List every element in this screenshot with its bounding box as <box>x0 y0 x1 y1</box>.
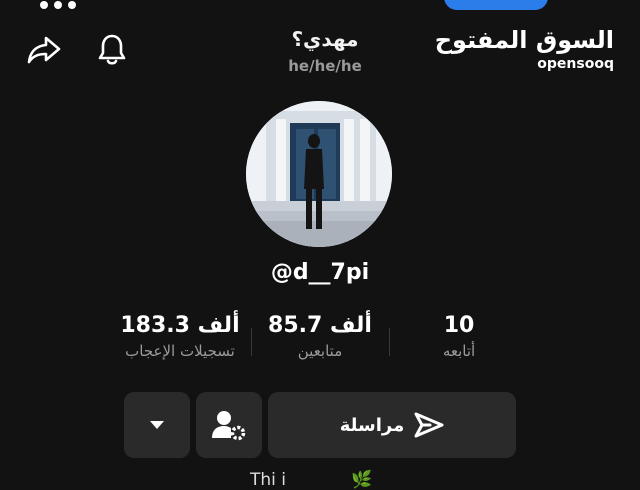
stat-likes: 183.3 ألف تسجيلات الإعجاب <box>105 313 255 360</box>
opensooq-watermark: السوق المفتوح opensooq <box>435 26 618 76</box>
bell-icon[interactable] <box>92 30 132 70</box>
stat-followers[interactable]: 85.7 ألف متابعين <box>245 313 395 360</box>
bio-text: Thi i 🌿 <box>250 470 450 490</box>
following-count: 10 <box>443 313 475 338</box>
following-label: أتابعه <box>442 342 476 360</box>
more-options-button[interactable] <box>124 392 190 458</box>
chevron-down-icon <box>150 421 164 429</box>
followers-label: متابعين <box>297 342 343 360</box>
followers-count: 85.7 ألف <box>268 313 372 338</box>
likes-count: 183.3 ألف <box>120 313 240 338</box>
avatar[interactable] <box>246 101 392 247</box>
bio-text-content: Thi i <box>250 470 287 490</box>
status-bar-fragment <box>40 0 130 9</box>
top-action-pill[interactable] <box>444 0 548 10</box>
logo-arabic-text: السوق المفتوح <box>434 26 614 54</box>
likes-label: تسجيلات الإعجاب <box>125 342 235 360</box>
send-icon <box>414 412 444 438</box>
leaf-icon: 🌿 <box>351 470 373 490</box>
share-icon[interactable] <box>24 30 64 70</box>
username: @d__7pi <box>270 260 370 285</box>
profile-pronouns: he/he/he <box>288 57 362 75</box>
message-button[interactable]: مراسلة <box>268 392 516 458</box>
logo-english-text: opensooq <box>537 56 614 72</box>
message-button-label: مراسلة <box>339 414 405 436</box>
user-settings-button[interactable] <box>196 392 262 458</box>
user-gear-icon <box>212 411 246 441</box>
stat-following[interactable]: 10 أتابعه <box>384 313 534 360</box>
profile-display-name: مهدي؟ <box>291 27 359 51</box>
